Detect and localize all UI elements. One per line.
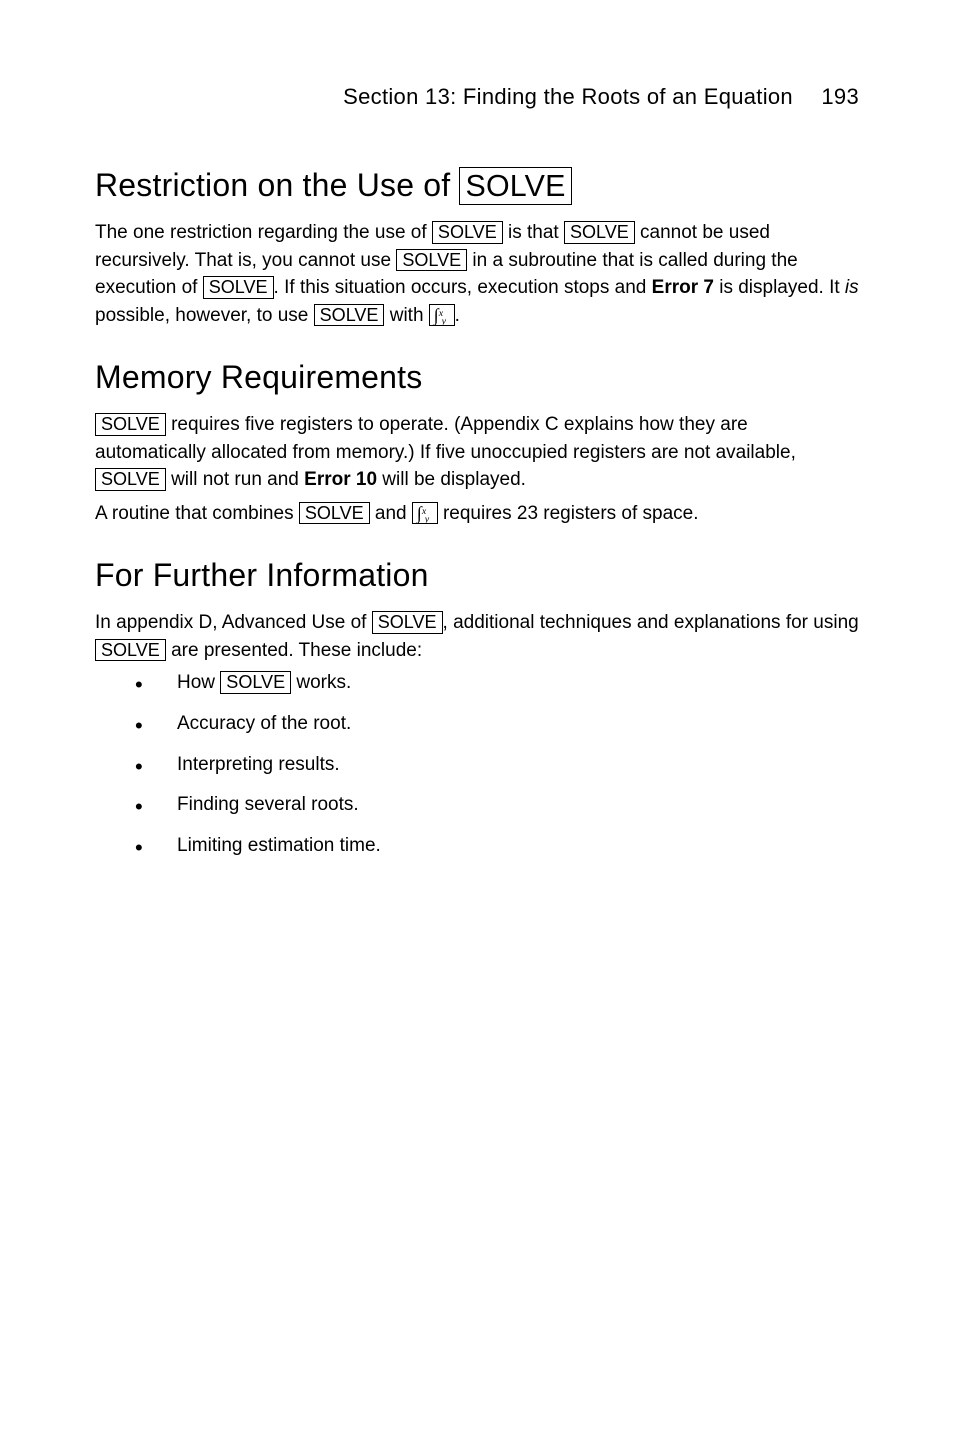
key-solve: SOLVE bbox=[220, 671, 291, 694]
section-title: Section 13: Finding the Roots of an Equa… bbox=[343, 84, 793, 109]
list-item: Interpreting results. bbox=[135, 752, 859, 779]
heading-further: For Further Information bbox=[95, 551, 859, 599]
text: How bbox=[177, 672, 220, 693]
emphasis: is bbox=[845, 277, 859, 298]
text: will not run and bbox=[166, 469, 304, 490]
text: In appendix D, Advanced Use of bbox=[95, 612, 372, 633]
key-solve: SOLVE bbox=[372, 611, 443, 634]
text: requires five registers to operate. (App… bbox=[95, 414, 796, 463]
heading-restriction-pre: Restriction on the Use of bbox=[95, 167, 459, 203]
text: works. bbox=[291, 672, 351, 693]
key-solve: SOLVE bbox=[459, 167, 571, 205]
text: will be displayed. bbox=[377, 469, 526, 490]
key-solve: SOLVE bbox=[314, 304, 385, 327]
text: , additional techniques and explanations… bbox=[443, 612, 859, 633]
further-bullet-list: How SOLVE works. Accuracy of the root. I… bbox=[95, 670, 859, 859]
heading-memory: Memory Requirements bbox=[95, 353, 859, 401]
page-number: 193 bbox=[821, 80, 859, 113]
list-item: How SOLVE works. bbox=[135, 670, 859, 697]
text: and bbox=[370, 503, 412, 524]
list-item: Accuracy of the root. bbox=[135, 711, 859, 738]
key-integrate: ∫xy bbox=[412, 502, 438, 525]
key-solve: SOLVE bbox=[95, 413, 166, 436]
text: is displayed. It bbox=[714, 277, 845, 298]
key-solve: SOLVE bbox=[95, 639, 166, 662]
text: . bbox=[455, 305, 460, 326]
key-solve: SOLVE bbox=[396, 249, 467, 272]
error-code: Error 10 bbox=[304, 469, 377, 490]
list-item: Limiting estimation time. bbox=[135, 833, 859, 860]
list-item: Finding several roots. bbox=[135, 792, 859, 819]
text: with bbox=[384, 305, 428, 326]
restriction-paragraph: The one restriction regarding the use of… bbox=[95, 219, 859, 329]
key-solve: SOLVE bbox=[95, 468, 166, 491]
further-paragraph: In appendix D, Advanced Use of SOLVE, ad… bbox=[95, 609, 859, 664]
key-solve: SOLVE bbox=[564, 221, 635, 244]
key-integrate: ∫xy bbox=[429, 304, 455, 327]
text: are presented. These include: bbox=[166, 640, 422, 661]
error-code: Error 7 bbox=[652, 277, 714, 298]
text: . If this situation occurs, execution st… bbox=[274, 277, 652, 298]
text: requires 23 registers of space. bbox=[438, 503, 699, 524]
key-solve: SOLVE bbox=[299, 502, 370, 525]
memory-paragraph-2: A routine that combines SOLVE and ∫xy re… bbox=[95, 500, 859, 528]
key-solve: SOLVE bbox=[432, 221, 503, 244]
heading-restriction: Restriction on the Use of SOLVE bbox=[95, 161, 859, 209]
text: A routine that combines bbox=[95, 503, 299, 524]
text: The one restriction regarding the use of bbox=[95, 222, 432, 243]
key-solve: SOLVE bbox=[203, 276, 274, 299]
text: is that bbox=[503, 222, 564, 243]
text: possible, however, to use bbox=[95, 305, 314, 326]
memory-paragraph-1: SOLVE requires five registers to operate… bbox=[95, 411, 859, 494]
